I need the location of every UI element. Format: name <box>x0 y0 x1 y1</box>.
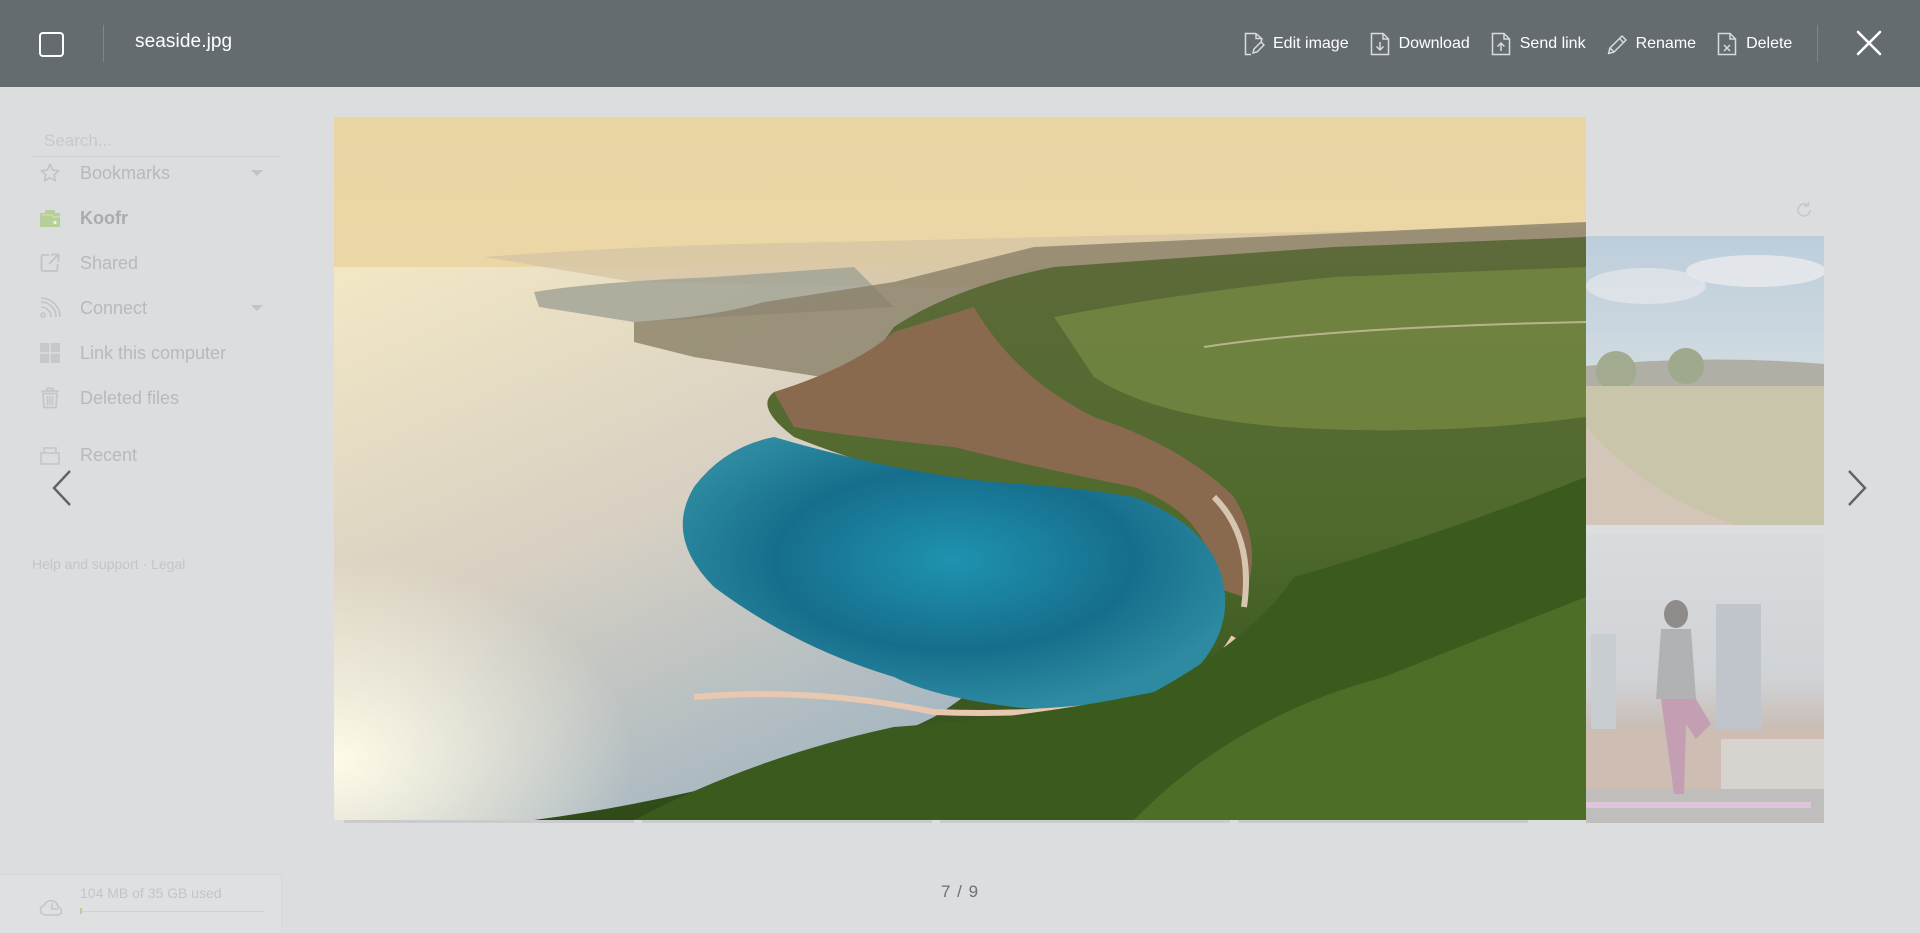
sidebar-item-label: Recent <box>80 444 138 465</box>
storage-progress-bar <box>80 908 264 914</box>
sidebar-item-bookmarks[interactable]: Bookmarks <box>38 158 268 188</box>
edit-image-button[interactable]: Edit image <box>1243 32 1349 56</box>
refresh-icon[interactable] <box>1794 200 1814 220</box>
toolbar-divider <box>103 25 104 62</box>
sidebar-item-label: Bookmarks <box>80 162 171 183</box>
thumbnail-strip-item[interactable] <box>940 820 1230 823</box>
download-file-icon <box>1370 32 1389 55</box>
rss-icon <box>38 296 62 320</box>
sidebar-item-label: Koofr <box>80 207 128 228</box>
thumbnail-image <box>1586 255 1824 525</box>
koofr-folder-icon <box>38 206 62 230</box>
sidebar-item-shared[interactable]: Shared <box>38 248 268 278</box>
toolbar-actions: Edit image Download Send link Rename Del… <box>1243 0 1812 87</box>
storage-progress-fill <box>80 908 82 914</box>
delete-button[interactable]: Delete <box>1716 32 1792 56</box>
sidebar-item-koofr[interactable]: Koofr <box>38 203 268 233</box>
upload-file-icon <box>1491 32 1510 55</box>
delete-file-icon <box>1717 32 1737 55</box>
trash-icon <box>38 386 62 410</box>
share-icon <box>38 251 62 275</box>
send-link-label: Send link <box>1519 34 1586 52</box>
toolbar-divider <box>1817 25 1818 62</box>
search-input[interactable] <box>31 125 281 156</box>
sidebar-item-recent[interactable]: Recent <box>38 440 268 470</box>
sidebar-item-label: Connect <box>80 297 148 318</box>
image-counter: 7 / 9 <box>940 882 980 901</box>
chevron-down-icon[interactable] <box>251 305 263 311</box>
thumbnail-field-road[interactable] <box>1586 236 1824 525</box>
thumbnail-yoga[interactable] <box>1586 534 1824 823</box>
star-icon <box>38 161 62 185</box>
thumbnail-strip-item[interactable] <box>642 820 932 823</box>
edit-image-label: Edit image <box>1273 34 1349 52</box>
help-and-support-link[interactable]: Help and support <box>32 556 139 572</box>
download-label: Download <box>1398 34 1470 52</box>
sidebar-item-connect[interactable]: Connect <box>38 293 268 323</box>
delete-label: Delete <box>1746 34 1793 52</box>
file-name: seaside.jpg <box>135 31 233 52</box>
select-checkbox[interactable] <box>39 32 64 57</box>
next-image-arrow[interactable] <box>1845 468 1869 508</box>
pencil-icon <box>1607 34 1627 54</box>
windows-icon <box>38 341 62 365</box>
thumbnail-image <box>1586 600 1824 823</box>
recent-icon <box>38 443 62 467</box>
viewer-toolbar: seaside.jpg Edit image Download Send lin… <box>0 0 1920 87</box>
previous-image-arrow[interactable] <box>50 468 74 508</box>
download-button[interactable]: Download <box>1369 32 1470 56</box>
sidebar-item-link-computer[interactable]: Link this computer <box>38 338 268 368</box>
sidebar: Bookmarks Koofr Shared Connect Link this… <box>0 87 283 933</box>
rename-label: Rename <box>1635 34 1697 52</box>
close-icon[interactable] <box>1856 30 1882 56</box>
send-link-button[interactable]: Send link <box>1490 32 1586 56</box>
thumbnail-strip-item[interactable] <box>344 820 634 823</box>
edit-file-icon <box>1244 32 1265 55</box>
footer-separator: · <box>142 556 152 572</box>
search-field[interactable] <box>31 125 281 157</box>
footer-links: Help and support · Legal <box>32 556 185 572</box>
sidebar-item-label: Link this computer <box>80 342 227 363</box>
preview-image <box>334 117 1586 820</box>
sidebar-item-label: Deleted files <box>80 387 180 408</box>
sidebar-item-deleted-files[interactable]: Deleted files <box>38 383 268 413</box>
rename-button[interactable]: Rename <box>1606 32 1696 56</box>
chevron-down-icon[interactable] <box>251 170 263 176</box>
legal-link[interactable]: Legal <box>151 556 185 572</box>
sidebar-item-label: Shared <box>80 252 139 273</box>
thumbnail-strip-item[interactable] <box>1238 820 1528 823</box>
seaside-photo <box>334 117 1586 820</box>
